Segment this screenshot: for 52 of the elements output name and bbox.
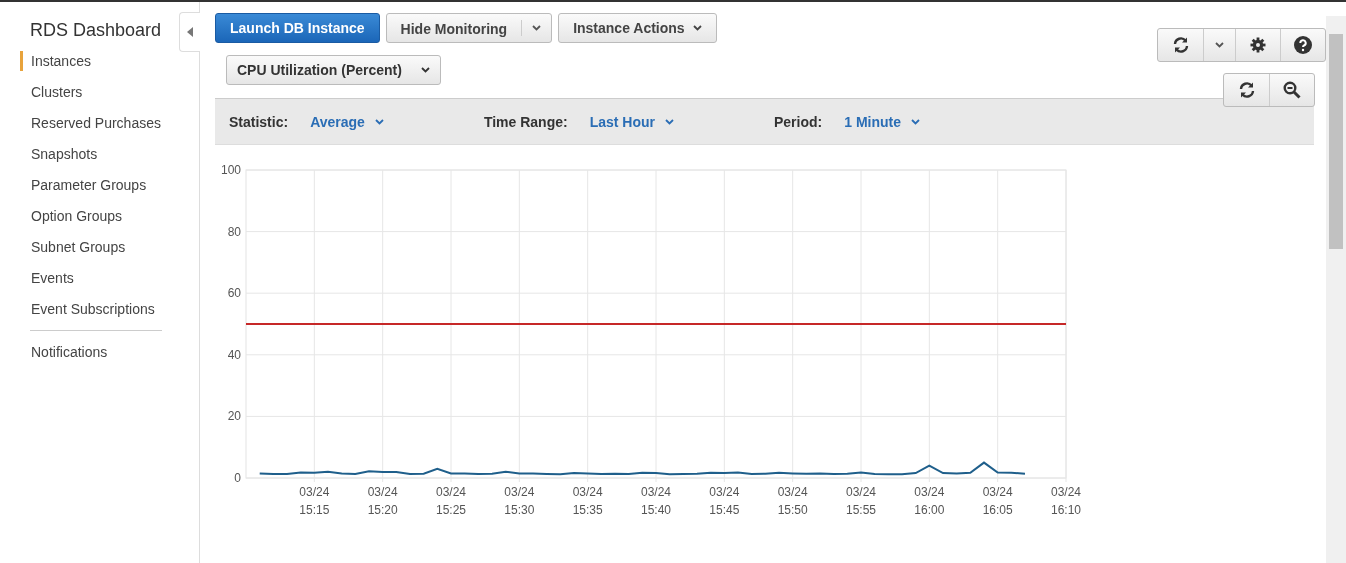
sidebar-item[interactable]: Clusters xyxy=(20,82,199,102)
axis-label: 40 xyxy=(227,347,241,362)
caret-icon xyxy=(665,118,674,125)
axis-label: 03/24 16:05 xyxy=(982,485,1013,517)
axis-label: 100 xyxy=(220,163,241,177)
caret-icon xyxy=(911,118,920,125)
metric-select[interactable]: CPU Utilization (Percent) xyxy=(226,55,441,85)
axis-label: 03/24 15:15 xyxy=(299,485,330,517)
axis-label: 03/24 15:25 xyxy=(436,485,466,517)
refresh-icon xyxy=(1237,81,1256,99)
caret-icon xyxy=(1215,42,1224,48)
sidebar-item[interactable]: Snapshots xyxy=(20,144,199,164)
scrollbar[interactable] xyxy=(1326,16,1346,563)
sidebar-item[interactable]: Reserved Purchases xyxy=(20,113,199,133)
triangle-left-icon xyxy=(187,27,193,37)
launch-button[interactable]: Launch DB Instance xyxy=(215,13,380,43)
axis-label: 03/24 16:00 xyxy=(914,485,945,517)
sidebar-title: RDS Dashboard xyxy=(29,20,162,41)
help-icon xyxy=(1294,36,1312,54)
caret-icon xyxy=(692,25,702,31)
axis-label: 03/24 16:10 xyxy=(1051,485,1081,517)
collapse-button[interactable] xyxy=(179,12,200,52)
axis-label: 03/24 15:35 xyxy=(572,485,603,517)
axis-label: 03/24 15:40 xyxy=(641,485,671,517)
axis-label: 03/24 15:45 xyxy=(709,485,740,517)
sidebar-item[interactable]: Event Subscriptions xyxy=(20,299,199,319)
axis-label: 0 xyxy=(234,471,241,485)
axis-label: 80 xyxy=(227,224,241,239)
filter-label: Period: xyxy=(774,113,823,130)
filter-dropdown[interactable]: Last Hour xyxy=(589,113,674,130)
sidebar-item[interactable]: Events xyxy=(20,268,199,288)
refresh-icon xyxy=(1171,36,1190,54)
filter-dropdown[interactable]: 1 Minute xyxy=(844,113,920,130)
filter-label: Time Range: xyxy=(483,113,568,130)
caret-icon xyxy=(374,118,384,125)
zoom-out-icon xyxy=(1283,81,1301,99)
axis-label: 60 xyxy=(227,286,241,301)
settings-icon xyxy=(1250,37,1266,53)
axis-label: 03/24 15:55 xyxy=(846,485,876,517)
axis-label: 20 xyxy=(227,409,241,424)
sidebar-item[interactable]: Parameter Groups xyxy=(20,175,199,195)
axis-label: 03/24 15:20 xyxy=(367,485,398,517)
sidebar-item[interactable]: Subnet Groups xyxy=(20,237,199,257)
axis-label: 03/24 15:30 xyxy=(504,485,535,517)
dropdown-button[interactable]: Instance Actions xyxy=(558,13,717,43)
caret-icon xyxy=(421,67,430,73)
sidebar-item[interactable]: Option Groups xyxy=(20,206,199,226)
caret-icon xyxy=(532,25,542,31)
sidebar-item[interactable]: Notifications xyxy=(20,342,199,362)
filter-label: Statistic: xyxy=(229,113,289,130)
filter-dropdown[interactable]: Average xyxy=(310,113,384,130)
axis-label: 03/24 15:50 xyxy=(777,485,808,517)
